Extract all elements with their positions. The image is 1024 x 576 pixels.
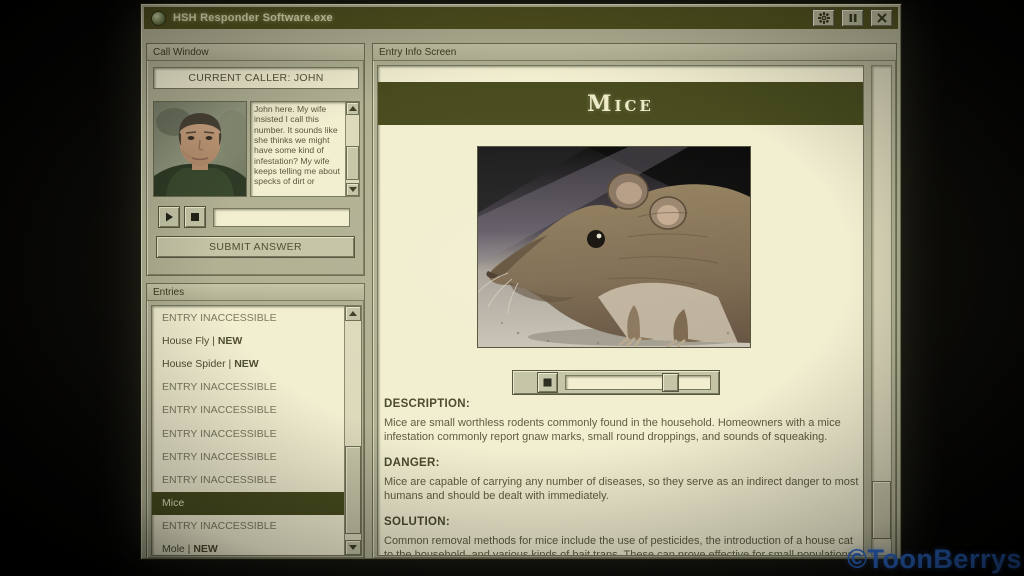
titlebar-buttons: [812, 9, 893, 27]
entry-list-item[interactable]: ENTRY INACCESSIBLE: [152, 422, 344, 445]
entry-list-item[interactable]: Mole | NEW: [152, 538, 344, 555]
entries-rows: ENTRY INACCESSIBLE House Fly | NEW House…: [152, 306, 344, 555]
gear-icon: [817, 12, 830, 24]
call-window-header: Call Window: [147, 44, 364, 61]
message-scrollbar[interactable]: [345, 102, 359, 196]
entries-scroll-thumb[interactable]: [345, 446, 361, 534]
entry-list-item[interactable]: ENTRY INACCESSIBLE: [152, 468, 344, 491]
entry-list-item[interactable]: ENTRY INACCESSIBLE: [152, 376, 344, 399]
stop-icon: [543, 378, 552, 387]
section-body: Mice are capable of carrying any number …: [384, 476, 859, 502]
message-scroll-down-button[interactable]: [346, 183, 359, 196]
entries-panel: Entries ENTRY INACCESSIBLE House Fly | N…: [146, 283, 365, 559]
entry-title-banner: Mice: [378, 82, 863, 125]
caller-message-box: John here. My wife insisted I call this …: [250, 101, 360, 197]
stop-icon: [191, 213, 199, 221]
app-window: HSH Responder Software.exe Call Window C…: [140, 3, 902, 560]
slider-stop-button[interactable]: [537, 372, 558, 393]
entries-scroll-up-button[interactable]: [345, 306, 361, 321]
close-icon: [876, 13, 887, 23]
entry-list-item[interactable]: House Spider | NEW: [152, 352, 344, 375]
current-caller-banner: CURRENT CALLER: JOHN: [153, 67, 359, 89]
play-button[interactable]: [158, 206, 180, 228]
settings-button[interactable]: [812, 9, 835, 27]
pause-button[interactable]: [841, 9, 864, 27]
entry-section: SOLUTION: Common removal methods for mic…: [384, 516, 860, 556]
entry-list-item[interactable]: ENTRY INACCESSIBLE: [152, 445, 344, 468]
entry-section: DESCRIPTION: Mice are small worthless ro…: [384, 398, 860, 444]
app-icon: [151, 10, 166, 26]
crt-background: HSH Responder Software.exe Call Window C…: [0, 0, 1024, 576]
entry-info-content: Mice DESCRIPTION: Mice are small worthle…: [377, 65, 864, 556]
info-scroll-thumb[interactable]: [872, 481, 891, 539]
arrow-down-icon: [348, 187, 357, 192]
entries-list: ENTRY INACCESSIBLE House Fly | NEW House…: [151, 305, 362, 556]
audio-transport: [158, 206, 350, 228]
call-window-panel: Call Window CURRENT CALLER: JOHN John he…: [146, 43, 365, 276]
message-scroll-up-button[interactable]: [346, 102, 359, 115]
watermark: ©ToonBerrys: [847, 544, 1022, 574]
section-heading: DANGER:: [384, 457, 440, 470]
play-icon: [166, 212, 173, 222]
entries-header: Entries: [147, 284, 364, 301]
entry-sections: DESCRIPTION: Mice are small worthless ro…: [384, 398, 860, 556]
close-button[interactable]: [870, 9, 893, 27]
message-scroll-thumb[interactable]: [346, 146, 359, 180]
arrow-up-icon: [348, 106, 357, 111]
section-heading: DESCRIPTION:: [384, 398, 471, 410]
entry-image: [477, 146, 758, 348]
entry-list-item[interactable]: Mice: [152, 491, 344, 515]
pause-icon: [849, 14, 856, 22]
section-body: Mice are small worthless rodents commonl…: [384, 417, 841, 443]
caller-photo: [153, 101, 247, 197]
entry-list-item[interactable]: ENTRY INACCESSIBLE: [152, 399, 344, 422]
info-scrollbar[interactable]: [871, 65, 892, 556]
slider-track[interactable]: [565, 373, 711, 392]
window-title: HSH Responder Software.exe: [173, 12, 333, 24]
section-heading: SOLUTION:: [384, 516, 450, 529]
entry-list-item[interactable]: House Fly | NEW: [152, 329, 344, 352]
entries-scrollbar[interactable]: [344, 306, 361, 555]
section-body: Common removal methods for mice include …: [384, 535, 857, 556]
entry-list-item[interactable]: ENTRY INACCESSIBLE: [152, 515, 344, 538]
slider-thumb[interactable]: [662, 373, 680, 392]
submit-answer-button[interactable]: SUBMIT ANSWER: [156, 236, 355, 258]
image-slider: [512, 370, 720, 395]
entry-info-panel: Entry Info Screen Mice DESCRIPTION: Mice…: [372, 43, 897, 559]
audio-progress-bar: [213, 207, 350, 227]
arrow-up-icon: [349, 311, 357, 316]
entry-list-item[interactable]: ENTRY INACCESSIBLE: [152, 306, 344, 329]
stop-button[interactable]: [184, 206, 206, 228]
entry-section: DANGER: Mice are capable of carrying any…: [384, 457, 860, 503]
entries-scroll-down-button[interactable]: [345, 540, 361, 555]
arrow-down-icon: [349, 545, 357, 550]
entry-info-header: Entry Info Screen: [373, 44, 896, 61]
caller-message: John here. My wife insisted I call this …: [254, 104, 340, 187]
titlebar: HSH Responder Software.exe: [144, 7, 898, 29]
